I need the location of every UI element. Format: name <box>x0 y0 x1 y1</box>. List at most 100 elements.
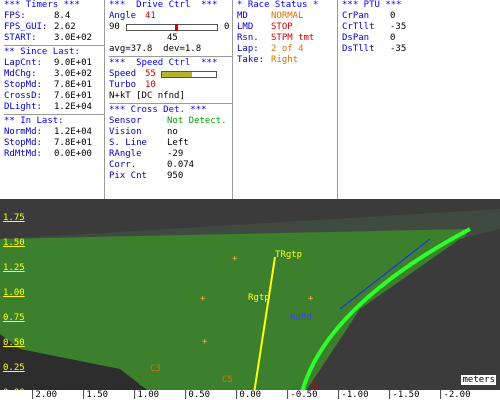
ptu-key: CrTllt <box>342 22 375 32</box>
cross-det-row: Pix Cnt 950 <box>109 171 232 182</box>
cross-det-value: Not Detect. <box>167 116 227 126</box>
race-status-key: Rsn. <box>237 33 259 43</box>
ptu-value: 0 <box>390 11 396 21</box>
y-tick-label: 0.75 <box>3 313 25 323</box>
race-status-key: Lap: <box>237 44 259 54</box>
race-status-value: STPM tmt <box>271 33 315 43</box>
cross-det-value: -29 <box>167 149 184 159</box>
slider-max: 0 <box>224 22 230 32</box>
since-last-value: 1.2E+04 <box>54 102 92 112</box>
slider-min: 90 <box>109 22 120 32</box>
ptu-value: -35 <box>390 22 407 32</box>
x-tick-label: |1.00 <box>132 390 160 400</box>
race-status-value: NORMAL <box>271 11 304 21</box>
since-last-value: 7.6E+01 <box>54 91 92 101</box>
ptu-row: DsPan 0 <box>342 33 500 44</box>
race-status-value: STOP <box>271 22 293 32</box>
in-last-row: StopMd: 7.8E+01 <box>4 138 104 149</box>
since-last-key: CrossD: <box>4 91 42 101</box>
timer-key: FPS: <box>4 11 26 21</box>
divider <box>4 114 104 115</box>
slider-mid: 45 <box>167 33 178 43</box>
drive-panel: *** Drive Ctrl *** Angle 41 90 0 45 avg=3… <box>105 0 233 199</box>
timer-key: START: <box>4 33 37 43</box>
speed-bar <box>161 71 217 78</box>
race-status-value: 2 of 4 <box>271 44 304 54</box>
cross-det-row: Vision no <box>109 127 232 138</box>
rgtp-marker: Rgtp <box>248 293 270 303</box>
ptu-title: *** PTU *** <box>342 0 402 10</box>
in-last-key: RdMtMd: <box>4 149 42 159</box>
drive-ctrl-title: *** Drive Ctrl *** <box>109 0 218 10</box>
crosshair-marker: + <box>232 254 238 264</box>
race-status-row: LMD STOP <box>237 22 337 33</box>
crosshair-marker: + <box>202 337 208 347</box>
cross-det-value: Left <box>167 138 189 148</box>
race-status-key: Take: <box>237 55 265 65</box>
cross-det-key: RAngle <box>109 149 142 159</box>
y-tick-label: 1.75 <box>3 213 25 223</box>
timers-title: *** Timers *** <box>4 0 80 10</box>
cross-det-row: Sensor Not Detect. <box>109 116 232 127</box>
speed-ctrl-title: *** Speed Ctrl *** <box>109 58 218 68</box>
x-tick-label: |1.50 <box>81 390 109 400</box>
cross-det-key: Corr. <box>109 160 137 170</box>
since-last-key: MdChg: <box>4 69 37 79</box>
timer-value: 8.4 <box>54 11 71 21</box>
cross-det-key: Pix Cnt <box>109 171 147 181</box>
turbo-value: 10 <box>145 80 156 90</box>
timer-value: 2.62 <box>54 22 76 32</box>
units-label: meters <box>461 375 496 385</box>
x-tick-label: |-1.00 <box>336 390 369 400</box>
ptu-key: DsPan <box>342 33 370 43</box>
since-last-row: StopMd: 7.8E+01 <box>4 80 104 91</box>
cross-det-key: Vision <box>109 127 142 137</box>
speed-value: 55 <box>145 69 156 79</box>
timer-row: FPS_GUI: 2.62 <box>4 22 104 33</box>
x-tick-label: |-2.00 <box>438 390 471 400</box>
race-status-key: MD <box>237 11 248 21</box>
angle-slider-thumb[interactable] <box>174 24 178 31</box>
timers-panel: *** Timers *** FPS: 8.4 FPS_GUI: 2.62 START:… <box>0 0 105 199</box>
ptu-value: 0 <box>390 33 396 43</box>
timer-row: START: 3.0E+02 <box>4 33 104 44</box>
race-status-row: Lap: 2 of 4 <box>237 44 337 55</box>
since-last-row: CrossD: 7.6E+01 <box>4 91 104 102</box>
cross-det-value: 950 <box>167 171 184 181</box>
ptu-key: CrPan <box>342 11 370 21</box>
y-tick-label: 0.25 <box>3 363 25 373</box>
since-last-row: LapCnt: 9.0E+01 <box>4 58 104 69</box>
since-last-title: ** Since Last: <box>4 47 80 57</box>
since-last-key: DLight: <box>4 102 42 112</box>
c5-marker: C5 <box>222 375 233 385</box>
cross-det-key: Sensor <box>109 116 142 126</box>
ptu-row: CrTllt -35 <box>342 22 500 33</box>
timer-value: 3.0E+02 <box>54 33 92 43</box>
cross-det-value: 0.074 <box>167 160 195 170</box>
camera-vision-view: + + + + TRgtp Rgtp RdBd C3 C5 5 1.75 1.50… <box>0 199 500 400</box>
y-tick-label: 0.50 <box>3 338 25 348</box>
cross-det-row: Corr. 0.074 <box>109 160 232 171</box>
timer-key: FPS_GUI: <box>4 22 48 32</box>
cross-det-row: RAngle -29 <box>109 149 232 160</box>
since-last-value: 3.0E+02 <box>54 69 92 79</box>
x-axis: |2.00 |1.50 |1.00 |0.50 |0.00 |-0.50 |-1.00 |-1… <box>0 390 500 400</box>
in-last-value: 7.8E+01 <box>54 138 92 148</box>
in-last-value: 0.0E+00 <box>54 149 92 159</box>
angle-label: Angle <box>109 11 137 21</box>
x-tick-label: |2.00 <box>30 390 58 400</box>
in-last-row: NormMd: 1.2E+04 <box>4 127 104 138</box>
cross-det-value: no <box>167 127 178 137</box>
ptu-row: CrPan 0 <box>342 11 500 22</box>
x-tick-label: |-1.50 <box>387 390 420 400</box>
vision-overlay: + + + + TRgtp Rgtp RdBd C3 C5 5 <box>0 199 500 400</box>
since-last-value: 7.8E+01 <box>54 80 92 90</box>
in-last-key: NormMd: <box>4 127 42 137</box>
speed-label: Speed <box>109 69 137 79</box>
y-tick-label: 1.00 <box>3 288 25 298</box>
angle-slider[interactable] <box>126 24 218 31</box>
in-last-key: StopMd: <box>4 138 42 148</box>
since-last-row: MdChg: 3.0E+02 <box>4 69 104 80</box>
race-status-panel: * Race Status * MD NORMAL LMD STOP Rsn. STPM … <box>233 0 338 199</box>
x-tick-label: |-0.50 <box>285 390 318 400</box>
